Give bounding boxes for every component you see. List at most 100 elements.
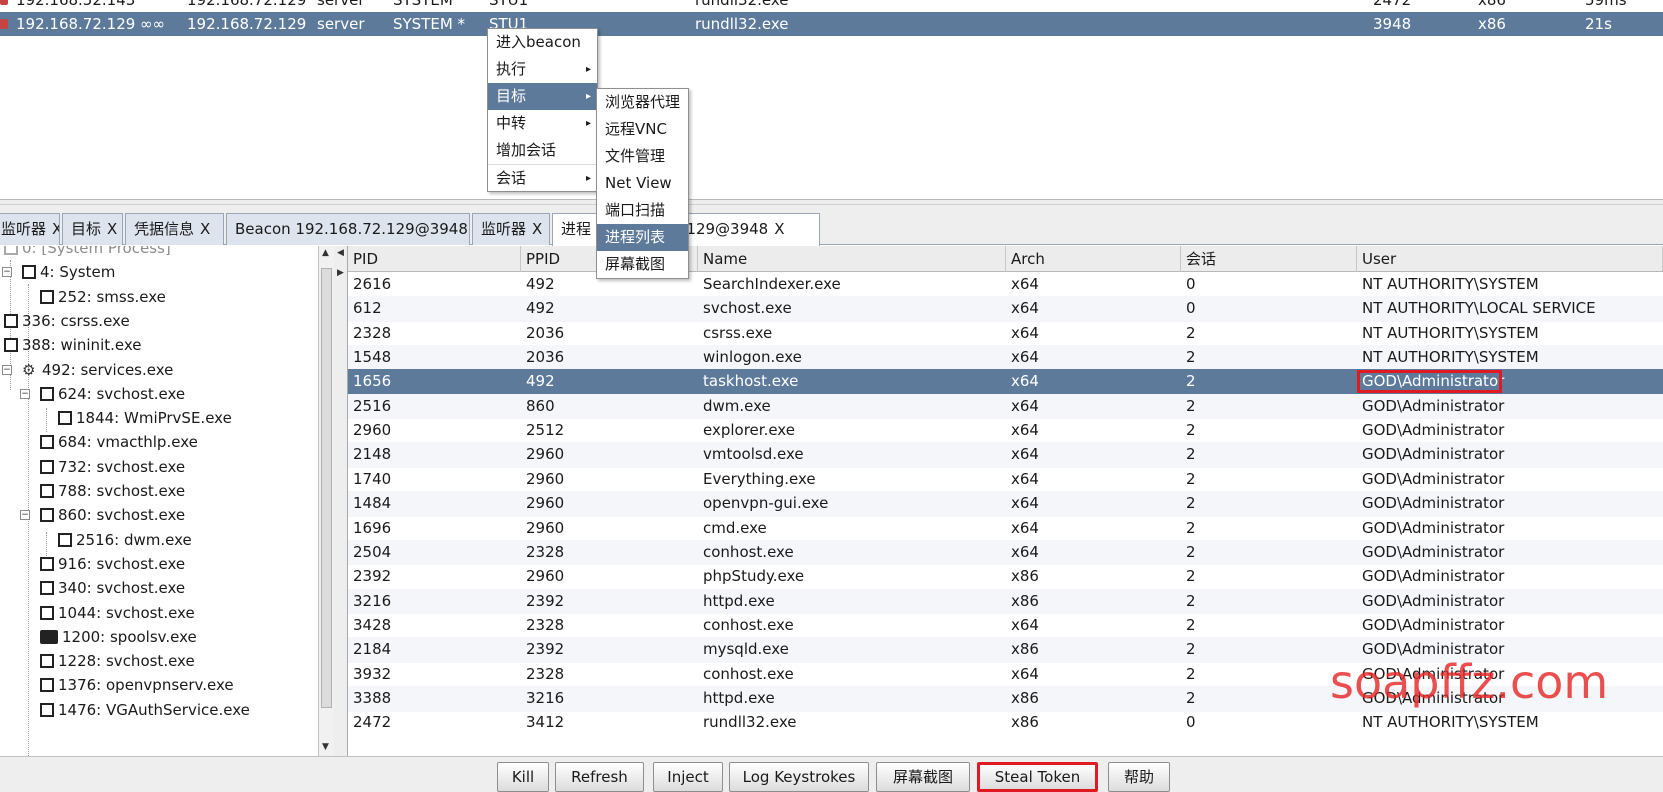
submenu-item-0[interactable]: 浏览器代理 [597,89,688,116]
menu-item-3[interactable]: 中转 ▸ [488,110,597,137]
table-row[interactable]: 1740 2960 Everything.exe x64 2 GOD\Administra… [348,467,1663,493]
submenu-item-5[interactable]: 进程列表 [597,224,688,251]
tab-close-icon[interactable]: X [107,220,117,238]
table-cell: 2 [1186,591,1196,610]
process-box-icon [40,654,54,669]
expand-toggle-icon[interactable]: − [20,510,30,521]
steal-token-button[interactable]: Steal Token [977,762,1098,792]
kill-button[interactable]: Kill [497,762,549,792]
table-row[interactable]: 3216 2392 httpd.exe x86 2 GOD\Administrator [348,588,1663,615]
tree-node[interactable]: 732: svchost.exe [40,455,185,479]
inject-button[interactable]: Inject [653,762,723,792]
tree-node[interactable]: 340: svchost.exe [40,576,185,600]
table-row[interactable]: 2392 2960 phpStudy.exe x86 2 GOD\Administrato… [348,564,1663,590]
help-button[interactable]: 帮助 [1108,762,1170,792]
table-cell: GOD\Administrator [1362,518,1505,537]
tree-scroll-thumb[interactable] [321,268,332,708]
tree-node[interactable]: 916: svchost.exe [40,552,185,576]
table-cell: 2960 [526,567,565,586]
column-header-5[interactable]: User [1357,246,1663,272]
submenu-item-2[interactable]: 文件管理 [597,143,688,170]
menu-item-2[interactable]: 目标 ▸ [488,83,597,110]
tree-node-label: 336: csrss.exe [22,311,130,330]
submenu-item-6[interactable]: 屏幕截图 [597,251,688,278]
tab-2[interactable]: 凭据信息 X [125,213,224,245]
log-keystrokes-button[interactable]: Log Keystrokes [729,762,869,792]
tab-0[interactable]: 监听器 X [0,213,60,245]
menu-item-4[interactable]: 增加会话 [488,137,597,164]
collapse-left-icon[interactable]: ◀ [337,248,344,258]
table-row[interactable]: 2516 860 dwm.exe x64 2 GOD\Administrator [348,393,1663,420]
tree-node[interactable]: 788: svchost.exe [40,479,185,503]
collapse-right-icon[interactable]: ▶ [337,268,344,278]
menu-item-1[interactable]: 执行 ▸ [488,56,597,83]
menu-item-0[interactable]: 进入beacon [488,29,597,56]
tree-node[interactable]: 1844: WmiPrvSE.exe [58,406,232,430]
tab-4[interactable]: 监听器 X [472,213,550,245]
column-header-3[interactable]: Arch [1006,246,1181,272]
tree-node[interactable]: 624: svchost.exe [40,382,185,406]
table-row[interactable]: 2148 2960 vmtoolsd.exe x64 2 GOD\Administrato… [348,442,1663,469]
table-row[interactable]: 2504 2328 conhost.exe x64 2 GOD\Administrator [348,539,1663,566]
tree-node[interactable]: 860: svchost.exe [40,503,185,527]
table-row[interactable]: 2328 2036 csrss.exe x64 2 NT AUTHORITY\SYSTEM [348,321,1663,347]
table-cell: 612 [353,299,382,318]
tab-1[interactable]: 目标 X [62,213,123,245]
tree-node[interactable]: 0: [System Process] [4,246,171,260]
tree-node[interactable]: ⚙ 492: services.exe [22,358,173,382]
tree-scrollbar[interactable]: ▲ ▼ [318,246,334,756]
table-row[interactable]: 2616 492 SearchIndexer.exe x64 0 NT AUTHORITY… [348,272,1663,298]
table-row[interactable]: 1548 2036 winlogon.exe x64 2 NT AUTHORITY\SYS… [348,345,1663,371]
scroll-down-icon[interactable]: ▼ [322,742,329,752]
menu-item-label: 中转 [496,114,527,132]
table-row[interactable]: 1696 2960 cmd.exe x64 2 GOD\Administrator [348,516,1663,542]
table-row[interactable]: 1484 2960 openvpn-gui.exe x64 2 GOD\Administr… [348,491,1663,517]
submenu-item-4[interactable]: 端口扫描 [597,197,688,224]
tab-3[interactable]: Beacon 192.168.72.129@3948X [226,213,470,245]
tab-close-icon[interactable]: X [774,220,784,238]
table-cell: 1696 [353,518,392,537]
submenu-item-3[interactable]: Net View [597,170,688,197]
tree-table-splitter[interactable]: ◀ ▶ [334,246,348,756]
table-row[interactable]: 2472 3412 rundll32.exe x86 0 NT AUTHORITY\SYS… [348,710,1663,736]
tree-node[interactable]: 1476: VGAuthService.exe [40,698,250,722]
tree-node[interactable]: 1044: svchost.exe [40,601,195,625]
table-row[interactable]: 612 492 svchost.exe x64 0 NT AUTHORITY\LOCAL … [348,296,1663,322]
tree-node[interactable]: 336: csrss.exe [4,309,130,333]
menu-item-5[interactable]: 会话 ▸ [488,164,597,191]
table-row[interactable]: 2960 2512 explorer.exe x64 2 GOD\Administrato… [348,418,1663,444]
tree-node[interactable]: 4: System [22,260,115,284]
session-row[interactable]: 192.168.52.143 192.168.72.129 server SYSTEM… [0,0,1663,12]
table-cell: 1548 [353,348,392,367]
tab-close-icon[interactable]: X [52,220,59,238]
column-header-0[interactable]: PID [348,246,521,272]
tab-close-icon[interactable]: X [532,220,542,238]
tree-node[interactable]: 388: wininit.exe [4,333,142,357]
scroll-up-icon[interactable]: ▲ [322,248,329,258]
tree-node[interactable]: 1376: openvpnserv.exe [40,673,234,697]
column-header-2[interactable]: Name [698,246,1006,272]
tree-node[interactable]: 252: smss.exe [40,285,166,309]
table-cell: conhost.exe [703,664,794,683]
table-cell: 2616 [353,275,392,293]
expand-toggle-icon[interactable]: − [2,364,12,375]
screenshot-button[interactable]: 屏幕截图 [876,762,970,792]
tree-node[interactable]: 1228: svchost.exe [40,649,195,673]
table-cell: 1656 [353,372,392,391]
table-row[interactable]: 1656 492 taskhost.exe x64 2 GOD\Administrator [348,369,1663,395]
expand-toggle-icon[interactable]: − [20,388,30,399]
table-cell: conhost.exe [703,615,794,634]
tree-node-label: 1044: svchost.exe [58,603,195,622]
column-header-4[interactable]: 会话 [1181,246,1357,272]
submenu-item-1[interactable]: 远程VNC [597,116,688,143]
tree-node[interactable]: 1200: spoolsv.exe [40,625,197,649]
tab-close-icon[interactable]: X [200,220,210,238]
session-row[interactable]: 192.168.72.129 ∞∞ 192.168.72.129 server SYS… [0,12,1663,36]
table-row[interactable]: 3428 2328 conhost.exe x64 2 GOD\Administrator [348,613,1663,639]
refresh-button[interactable]: Refresh [555,762,644,792]
tree-node[interactable]: 2516: dwm.exe [58,528,192,552]
table-cell: x64 [1011,348,1039,367]
expand-toggle-icon[interactable]: − [2,267,12,278]
tree-node[interactable]: 684: vmacthlp.exe [40,430,198,454]
table-cell: vmtoolsd.exe [703,445,804,464]
